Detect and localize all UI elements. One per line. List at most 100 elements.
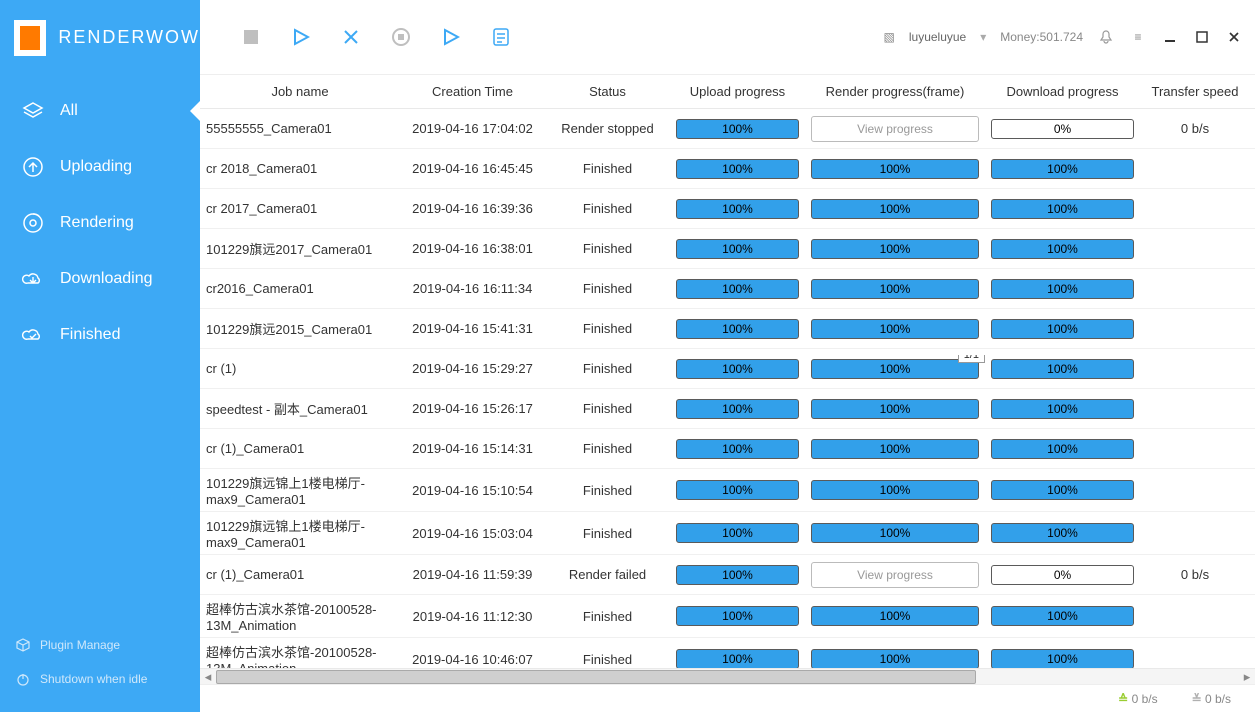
scrollbar-thumb[interactable]	[216, 670, 976, 684]
sidebar-item-uploading[interactable]: Uploading	[0, 139, 200, 195]
render-progress-bar: 100%	[811, 359, 979, 379]
cell-jobname: cr (1)_Camera01	[200, 563, 400, 586]
render-progress-bar: 100%	[811, 480, 979, 500]
render-icon	[22, 212, 44, 234]
table-row[interactable]: 101229旗远锦上1楼电梯厅-max9_Camera012019-04-16 …	[200, 469, 1255, 512]
cell-ullspeed	[1250, 325, 1255, 333]
plugin-manage-link[interactable]: Plugin Manage	[16, 628, 200, 662]
close-button[interactable]	[1225, 28, 1243, 46]
cell-ctime: 2019-04-16 16:39:36	[400, 197, 545, 220]
table-header: Job name Creation Time Status Upload pro…	[200, 75, 1255, 109]
col-ullspeed[interactable]: ullspee	[1250, 84, 1255, 99]
table-row[interactable]: 101229旗远2015_Camera012019-04-16 15:41:31…	[200, 309, 1255, 349]
cell-ctime: 2019-04-16 17:04:02	[400, 117, 545, 140]
job-table: Job name Creation Time Status Upload pro…	[200, 75, 1255, 668]
play-button[interactable]	[290, 26, 312, 48]
cell-speed	[1140, 205, 1250, 213]
table-row[interactable]: 101229旗远锦上1楼电梯厅-max9_Camera012019-04-16 …	[200, 512, 1255, 555]
shutdown-idle-label: Shutdown when idle	[40, 672, 147, 686]
col-speed[interactable]: Transfer speed	[1140, 84, 1250, 99]
table-row[interactable]: 超棒仿古滨水茶馆-20100528-13M_Animation2019-04-1…	[200, 595, 1255, 638]
sidebar-item-label: All	[60, 102, 78, 120]
table-row[interactable]: cr 2017_Camera012019-04-16 16:39:36Finis…	[200, 189, 1255, 229]
bell-icon[interactable]	[1097, 28, 1115, 46]
cell-ctime: 2019-04-16 15:14:31	[400, 437, 545, 460]
sidebar: All Uploading Rendering Downloading Fini…	[0, 75, 200, 712]
table-row[interactable]: 101229旗远2017_Camera012019-04-16 16:38:01…	[200, 229, 1255, 269]
col-render[interactable]: Render progress(frame)	[805, 84, 985, 99]
table-row[interactable]: cr (1)2019-04-16 15:29:27Finished100%100…	[200, 349, 1255, 389]
cell-download: 100%	[985, 235, 1140, 263]
col-jobname[interactable]: Job name	[200, 84, 400, 99]
render-progress-bar: 100%	[811, 439, 979, 459]
cell-jobname: cr2016_Camera01	[200, 277, 400, 300]
table-row[interactable]: speedtest - 副本_Camera012019-04-16 15:26:…	[200, 389, 1255, 429]
col-ctime[interactable]: Creation Time	[400, 84, 545, 99]
user-dropdown-icon[interactable]: ▾	[980, 30, 986, 44]
render-progress-bar: 100%	[811, 239, 979, 259]
cell-jobname: cr (1)_Camera01	[200, 437, 400, 460]
scroll-right-icon[interactable]: ▸	[1239, 669, 1255, 684]
table-row[interactable]: 超棒仿古滨水茶馆-20100528-13M_Animation2019-04-1…	[200, 638, 1255, 668]
download-progress-bar: 100%	[991, 199, 1134, 219]
table-row[interactable]: cr (1)_Camera012019-04-16 11:59:39Render…	[200, 555, 1255, 595]
table-row[interactable]: cr (1)_Camera012019-04-16 15:14:31Finish…	[200, 429, 1255, 469]
cell-ullspeed	[1250, 445, 1255, 453]
sidebar-item-downloading[interactable]: Downloading	[0, 251, 200, 307]
col-status[interactable]: Status	[545, 84, 670, 99]
upload-progress-bar: 100%	[676, 606, 799, 626]
minimize-button[interactable]	[1161, 28, 1179, 46]
table-row[interactable]: cr 2018_Camera012019-04-16 16:45:45Finis…	[200, 149, 1255, 189]
cell-ullspeed	[1250, 125, 1255, 133]
upload-progress-bar: 100%	[676, 359, 799, 379]
cell-render: 100%	[805, 476, 985, 504]
cloud-check-icon	[22, 324, 44, 346]
cell-ctime: 2019-04-16 10:46:07	[400, 648, 545, 669]
horizontal-scrollbar[interactable]: ◂ ▸	[200, 668, 1255, 684]
username[interactable]: luyueluyue	[909, 30, 966, 44]
cell-upload: 100%	[670, 275, 805, 303]
table-body[interactable]: 55555555_Camera012019-04-16 17:04:02Rend…	[200, 109, 1255, 668]
maximize-button[interactable]	[1193, 28, 1211, 46]
cell-jobname: cr (1)	[200, 357, 400, 380]
sidebar-item-rendering[interactable]: Rendering	[0, 195, 200, 251]
cell-status: Finished	[545, 197, 670, 220]
menu-icon[interactable]: ≡	[1129, 28, 1147, 46]
table-row[interactable]: cr2016_Camera012019-04-16 16:11:34Finish…	[200, 269, 1255, 309]
cell-download: 100%	[985, 645, 1140, 668]
cell-ctime: 2019-04-16 15:03:04	[400, 522, 545, 545]
cell-upload: 100%	[670, 115, 805, 143]
upload-progress-bar: 100%	[676, 199, 799, 219]
edit-icon[interactable]: ▧	[884, 30, 895, 44]
upload-speed: ≙ 0 b/s	[1118, 692, 1157, 706]
view-progress-button[interactable]: View progress	[811, 116, 979, 142]
table-row[interactable]: 55555555_Camera012019-04-16 17:04:02Rend…	[200, 109, 1255, 149]
window-bar: ▧ luyueluyue ▾ Money:501.724 ≡	[884, 28, 1243, 46]
download-progress-bar: 100%	[991, 523, 1134, 543]
record-button[interactable]	[390, 26, 412, 48]
view-progress-button[interactable]: View progress	[811, 562, 979, 588]
shutdown-idle-link[interactable]: Shutdown when idle	[16, 662, 200, 696]
sidebar-item-all[interactable]: All	[0, 83, 200, 139]
col-upload[interactable]: Upload progress	[670, 84, 805, 99]
play2-button[interactable]	[440, 26, 462, 48]
log-button[interactable]	[490, 26, 512, 48]
col-download[interactable]: Download progress	[985, 84, 1140, 99]
cell-upload: 100%	[670, 561, 805, 589]
cancel-button[interactable]	[340, 26, 362, 48]
download-progress-bar: 100%	[991, 319, 1134, 339]
cell-download: 0%	[985, 115, 1140, 143]
upload-progress-bar: 100%	[676, 480, 799, 500]
upload-progress-bar: 100%	[676, 119, 799, 139]
status-bar: ≙ 0 b/s ≚ 0 b/s	[200, 684, 1255, 712]
cell-ctime: 2019-04-16 15:26:17	[400, 397, 545, 420]
cell-speed	[1140, 655, 1250, 663]
render-progress-bar: 100%	[811, 523, 979, 543]
cell-speed	[1140, 285, 1250, 293]
cell-download: 100%	[985, 355, 1140, 383]
stop-button[interactable]	[240, 26, 262, 48]
sidebar-item-finished[interactable]: Finished	[0, 307, 200, 363]
scroll-left-icon[interactable]: ◂	[200, 669, 216, 684]
download-progress-bar: 100%	[991, 159, 1134, 179]
cell-download: 100%	[985, 155, 1140, 183]
